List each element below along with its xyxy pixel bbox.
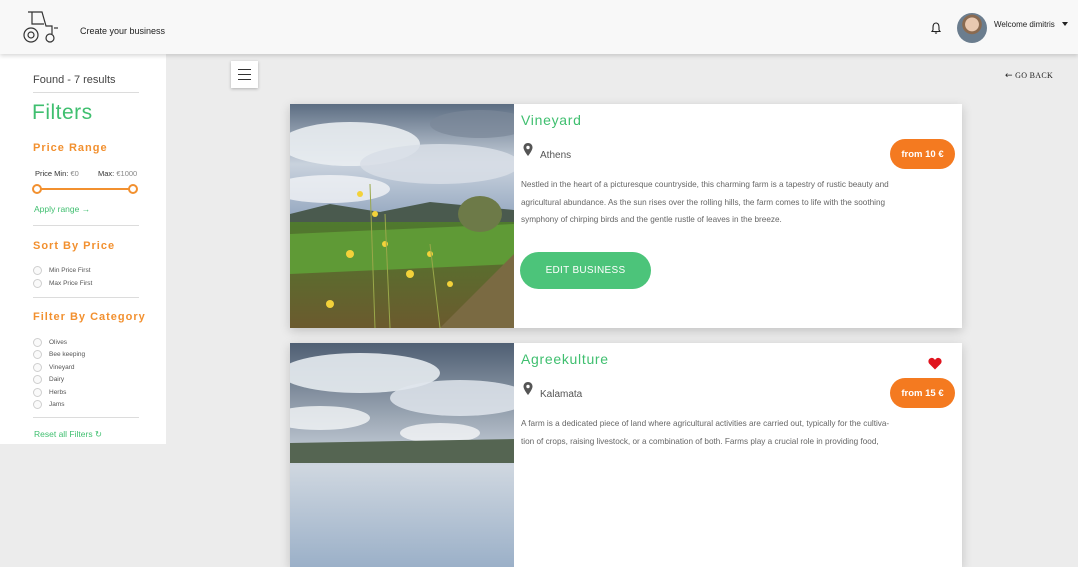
- business-title[interactable]: Vineyard: [521, 112, 582, 128]
- price-range-heading: Price Range: [33, 142, 108, 154]
- heart-icon[interactable]: [928, 357, 942, 370]
- category-option-dairy[interactable]: Dairy: [33, 375, 64, 384]
- price-slider-max-handle[interactable]: [128, 184, 138, 194]
- business-title[interactable]: Agreekulture: [521, 351, 609, 367]
- radio-button[interactable]: [33, 350, 42, 359]
- business-description: A farm is a dedicated piece of land wher…: [521, 419, 890, 446]
- results-count: Found - 7 results: [33, 74, 116, 86]
- apply-range-link[interactable]: Apply range →: [34, 204, 90, 214]
- divider: [33, 225, 139, 226]
- sort-option-max[interactable]: Max Price First: [33, 279, 92, 288]
- arrow-left-icon: ←: [1005, 71, 1013, 81]
- menu-icon[interactable]: [231, 61, 258, 88]
- sort-option-min[interactable]: Min Price First: [33, 266, 91, 275]
- category-option-herbs[interactable]: Herbs: [33, 388, 66, 397]
- category-option-bee-keeping[interactable]: Bee keeping: [33, 350, 85, 359]
- filters-heading: Filters: [32, 101, 93, 124]
- price-max-label: Max: €1000: [98, 169, 138, 178]
- price-max-value: €1000: [116, 169, 138, 178]
- avatar[interactable]: [957, 13, 987, 43]
- edit-business-button[interactable]: EDIT BUSINESS: [520, 252, 651, 289]
- caret-down-icon[interactable]: [1062, 22, 1068, 26]
- go-back-button[interactable]: ← GO BACK: [1005, 71, 1053, 81]
- reset-filters-link[interactable]: Reset all Filters ↻: [34, 429, 102, 440]
- price-min-value: €0: [70, 169, 79, 178]
- divider: [33, 92, 139, 93]
- radio-button[interactable]: [33, 338, 42, 347]
- category-option-olives[interactable]: Olives: [33, 338, 67, 347]
- business-location: Kalamata: [540, 389, 583, 400]
- price-slider-min-handle[interactable]: [32, 184, 42, 194]
- location-pin-icon: [523, 382, 533, 395]
- business-image: [290, 104, 514, 328]
- sort-by-price-heading: Sort By Price: [33, 240, 116, 252]
- category-option-vineyard[interactable]: Vineyard: [33, 363, 75, 372]
- business-card: Vineyard Athens from 10 € Nestled in the…: [290, 104, 962, 328]
- radio-button[interactable]: [33, 363, 42, 372]
- price-slider-track[interactable]: [37, 188, 133, 190]
- radio-button[interactable]: [33, 400, 42, 409]
- top-navbar: Create your business Welcome dimitris: [0, 0, 1078, 54]
- tractor-logo-icon[interactable]: [20, 8, 60, 46]
- divider: [33, 417, 139, 418]
- welcome-user-label[interactable]: Welcome dimitris: [994, 20, 1055, 29]
- business-card: Agreekulture Kalamata from 15 € A farm i…: [290, 343, 962, 567]
- business-location: Athens: [540, 150, 572, 161]
- radio-button[interactable]: [33, 279, 42, 288]
- location-pin-icon: [523, 143, 533, 156]
- divider: [33, 297, 139, 298]
- radio-button[interactable]: [33, 375, 42, 384]
- create-business-link[interactable]: Create your business: [80, 26, 165, 36]
- radio-button[interactable]: [33, 266, 42, 275]
- bell-icon[interactable]: [929, 21, 943, 35]
- business-image: [290, 343, 514, 567]
- price-badge: from 15 €: [890, 378, 955, 408]
- price-min-label: Price Min: €0: [35, 169, 79, 178]
- radio-button[interactable]: [33, 388, 42, 397]
- price-badge: from 10 €: [890, 139, 955, 169]
- business-description: Nestled in the heart of a picturesque co…: [521, 180, 889, 224]
- filter-by-category-heading: Filter By Category: [33, 311, 146, 323]
- category-option-jams[interactable]: Jams: [33, 400, 65, 409]
